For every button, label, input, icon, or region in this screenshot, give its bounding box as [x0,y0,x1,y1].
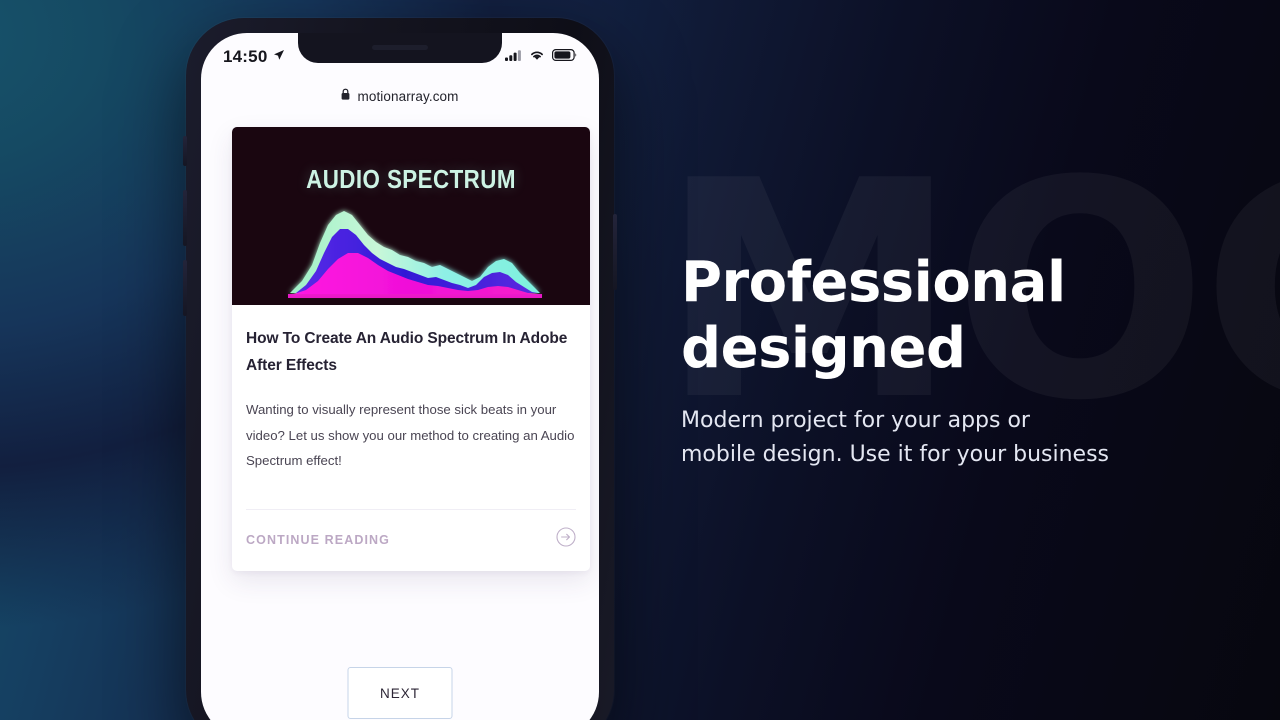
article-card-footer[interactable]: CONTINUE READING [232,510,590,571]
battery-icon [552,48,577,66]
hero-title-text: AUDIO SPECTRUM [306,164,516,194]
article-card[interactable]: AUDIO SPECTRUM How To Create An Audio Sp… [232,127,590,572]
cellular-signal-icon [505,48,522,66]
phone-volume-down-button[interactable] [183,260,187,316]
phone-volume-up-button[interactable] [183,190,187,246]
promo-headline-line-1: Professional [681,250,1066,315]
status-bar-left: 14:50 [223,47,285,67]
article-card-body: How To Create An Audio Spectrum In Adobe… [232,305,590,511]
promo-subtitle-line-2: mobile design. Use it for your business [681,442,1109,468]
article-hero-image: AUDIO SPECTRUM [232,127,590,305]
wifi-icon [529,48,545,66]
phone-screen: 14:50 motionarray.com AUDIO SPECTRUM How… [201,33,599,720]
status-bar-clock: 14:50 [223,47,268,66]
circled-arrow-right-icon[interactable] [556,527,576,552]
status-bar: 14:50 [201,33,599,81]
lock-icon [341,87,350,105]
status-bar-right [505,48,577,66]
promo-subtitle-line-1: Modern project for your apps or [681,408,1030,434]
address-bar-url: motionarray.com [357,88,459,104]
promo-text-block: Professional designed Modern project for… [681,250,1241,472]
next-button[interactable]: NEXT [347,667,453,719]
next-button-label: NEXT [379,685,420,701]
promo-subtitle: Modern project for your apps or mobile d… [681,404,1241,472]
location-arrow-icon [273,48,285,66]
continue-reading-label[interactable]: CONTINUE READING [246,533,390,547]
audio-spectrum-waveform [288,211,542,298]
article-description: Wanting to visually represent those sick… [246,402,575,468]
phone-device: 14:50 motionarray.com AUDIO SPECTRUM How… [183,18,617,720]
browser-address-bar[interactable]: motionarray.com [201,81,599,111]
mockup-scene: MOCKU Professional designed Modern proje… [0,0,1280,720]
phone-power-button[interactable] [613,214,617,290]
promo-headline-line-2: designed [681,316,966,382]
promo-headline: Professional designed [681,250,1241,382]
phone-mute-switch[interactable] [183,136,187,166]
article-title: How To Create An Audio Spectrum In Adobe… [246,330,568,375]
